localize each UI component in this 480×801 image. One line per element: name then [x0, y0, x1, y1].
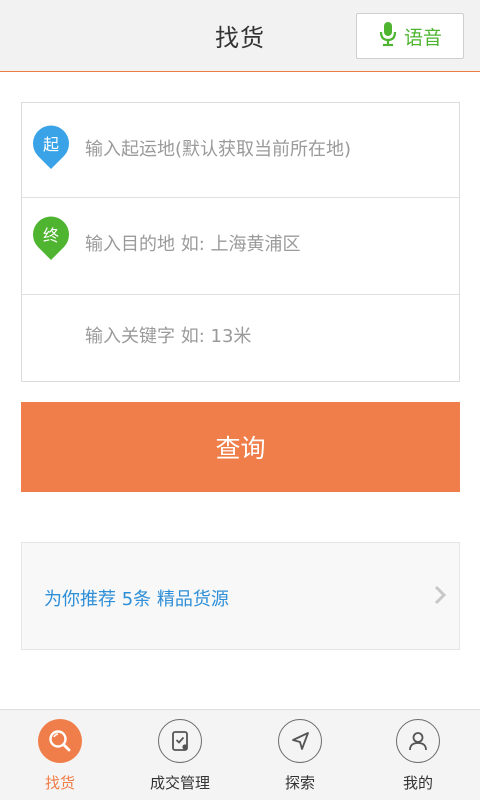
- search-form: 起 输入起运地(默认获取当前所在地) 终 输入目的地 如: 上海黄浦区 输入关键…: [21, 102, 460, 382]
- bottom-tab-bar: 找货 成交管理 探索 我的: [0, 709, 480, 800]
- chevron-right-icon: [433, 583, 447, 611]
- keyword-input[interactable]: 输入关键字 如: 13米: [85, 289, 445, 381]
- tab-find-goods[interactable]: 找货: [0, 710, 120, 801]
- tab-label: 找货: [44, 774, 75, 792]
- destination-input[interactable]: 输入目的地 如: 上海黄浦区: [85, 192, 445, 294]
- user-icon: [396, 719, 440, 763]
- destination-row: 终 输入目的地 如: 上海黄浦区: [22, 198, 459, 295]
- recommend-banner[interactable]: 为你推荐 5条 精品货源: [21, 542, 460, 650]
- clipboard-check-icon: [158, 719, 202, 763]
- tab-mine[interactable]: 我的: [358, 710, 478, 801]
- voice-search-button[interactable]: 语音: [356, 13, 464, 59]
- origin-input[interactable]: 输入起运地(默认获取当前所在地): [85, 99, 445, 197]
- origin-badge-label: 起: [42, 135, 59, 154]
- tab-label: 我的: [402, 774, 433, 792]
- keyword-row: 输入关键字 如: 13米: [22, 295, 459, 381]
- voice-button-label: 语音: [403, 26, 442, 49]
- destination-pin-icon: 终: [32, 216, 70, 260]
- header-bar: 找货 语音: [0, 0, 480, 72]
- destination-badge-label: 终: [42, 226, 59, 245]
- tab-label: 成交管理: [149, 774, 210, 792]
- origin-pin-icon: 起: [32, 125, 70, 169]
- navigation-arrow-icon: [278, 719, 322, 763]
- tab-deal-management[interactable]: 成交管理: [120, 710, 240, 801]
- query-button[interactable]: 查询: [21, 402, 460, 492]
- tab-label: 探索: [284, 774, 315, 792]
- search-icon: [38, 719, 82, 763]
- origin-row: 起 输入起运地(默认获取当前所在地): [22, 103, 459, 198]
- recommend-text: 为你推荐 5条 精品货源: [44, 589, 229, 610]
- tab-explore[interactable]: 探索: [240, 710, 360, 801]
- microphone-icon: [378, 21, 398, 51]
